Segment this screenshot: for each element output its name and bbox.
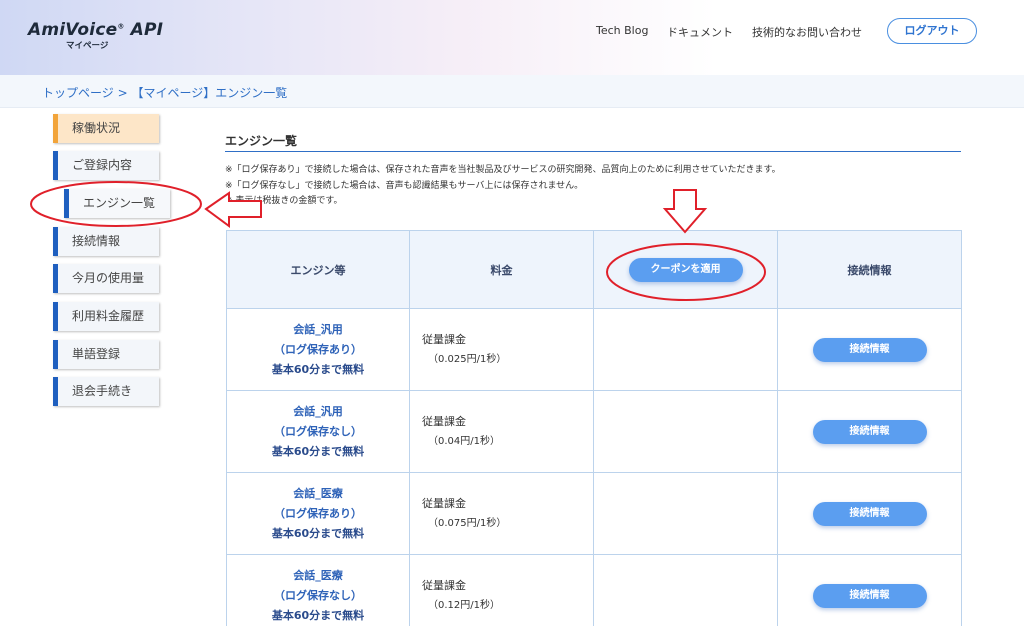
nav-technical-inquiry[interactable]: 技術的なお問い合わせ — [752, 24, 862, 40]
header-coupon: クーポンを適用 — [593, 230, 778, 309]
engine-name: 会話_汎用 — [293, 322, 343, 336]
table-row: 会話_汎用 （ログ保存なし） 基本60分まで無料 従量課金 （0.04円/1秒）… — [226, 390, 962, 473]
header: AmiVoice® API マイページ Tech Blog ドキュメント 技術的… — [0, 0, 1024, 75]
sidebar-item-monthly-usage[interactable]: 今月の使用量 — [53, 264, 159, 293]
engine-log-option: （ログ保存あり） — [274, 342, 362, 356]
connection-info-button[interactable]: 接続情報 — [812, 420, 927, 444]
logo-subtitle: マイページ — [66, 41, 109, 51]
note-tax: ※ 表示は税抜きの金額です。 — [225, 196, 343, 206]
connection-cell: 接続情報 — [777, 390, 962, 473]
price-cell: 従量課金 （0.025円/1秒） — [409, 308, 594, 391]
sidebar-item-billing-history[interactable]: 利用料金履歴 — [53, 302, 159, 331]
engine-name: 会話_医療 — [293, 568, 343, 582]
price-rate: （0.12円/1秒） — [428, 599, 500, 611]
amivoice-logo[interactable]: AmiVoice® API マイページ — [28, 20, 168, 60]
logo-text: AmiVoice® API — [28, 20, 164, 40]
sidebar-item-engine-list[interactable]: エンジン一覧 — [64, 189, 170, 218]
page-title: エンジン一覧 — [225, 134, 298, 148]
table-row: 会話_医療 （ログ保存なし） 基本60分まで無料 従量課金 （0.12円/1秒）… — [226, 554, 962, 626]
engine-cell: 会話_汎用 （ログ保存なし） 基本60分まで無料 — [226, 390, 410, 473]
engine-free-tier: 基本60分まで無料 — [271, 444, 365, 458]
nav-tech-blog[interactable]: Tech Blog — [596, 24, 648, 37]
engine-free-tier: 基本60分まで無料 — [271, 608, 365, 622]
nav-documents[interactable]: ドキュメント — [667, 24, 733, 40]
price-type: 従量課金 — [422, 496, 466, 510]
connection-cell: 接続情報 — [777, 472, 962, 555]
connection-info-button[interactable]: 接続情報 — [812, 584, 927, 608]
sidebar-item-status[interactable]: 稼働状況 — [53, 114, 159, 143]
engine-cell: 会話_医療 （ログ保存あり） 基本60分まで無料 — [226, 472, 410, 555]
down-arrow-icon — [662, 189, 708, 234]
price-rate: （0.04円/1秒） — [428, 435, 500, 447]
logout-button[interactable]: ログアウト — [887, 18, 977, 44]
connection-info-button[interactable]: 接続情報 — [812, 338, 927, 362]
header-engine: エンジン等 — [226, 230, 410, 309]
price-rate: （0.025円/1秒） — [428, 353, 507, 365]
price-type: 従量課金 — [422, 332, 466, 346]
engine-log-option: （ログ保存なし） — [274, 424, 362, 438]
engine-table: エンジン等 料金 クーポンを適用 接続情報 会話_汎用 （ログ保存あり） 基本6… — [226, 230, 962, 626]
coupon-cell — [593, 308, 778, 391]
engine-name: 会話_汎用 — [293, 404, 343, 418]
coupon-cell — [593, 390, 778, 473]
coupon-cell — [593, 472, 778, 555]
title-divider — [225, 151, 961, 152]
price-cell: 従量課金 （0.04円/1秒） — [409, 390, 594, 473]
engine-free-tier: 基本60分まで無料 — [271, 362, 365, 376]
connection-cell: 接続情報 — [777, 308, 962, 391]
price-cell: 従量課金 （0.075円/1秒） — [409, 472, 594, 555]
breadcrumb-bar: トップページ > 【マイページ】エンジン一覧 — [0, 75, 1024, 108]
engine-log-option: （ログ保存あり） — [274, 506, 362, 520]
sidebar-item-word-registration[interactable]: 単語登録 — [53, 340, 159, 369]
engine-name: 会話_医療 — [293, 486, 343, 500]
apply-coupon-button[interactable]: クーポンを適用 — [628, 257, 743, 282]
note-log-not-saved: ※「ログ保存なし」で接続した場合は、音声も認識結果もサーバ上には保存されません。 — [225, 181, 584, 191]
sidebar-item-unsubscribe[interactable]: 退会手続き — [53, 377, 159, 406]
coupon-cell — [593, 554, 778, 626]
price-cell: 従量課金 （0.12円/1秒） — [409, 554, 594, 626]
engine-free-tier: 基本60分まで無料 — [271, 526, 365, 540]
engine-log-option: （ログ保存なし） — [274, 588, 362, 602]
note-log-saved: ※「ログ保存あり」で接続した場合は、保存された音声を当社製品及びサービスの研究開… — [225, 165, 781, 175]
table-row: 会話_汎用 （ログ保存あり） 基本60分まで無料 従量課金 （0.025円/1秒… — [226, 308, 962, 391]
header-price: 料金 — [409, 230, 594, 309]
price-type: 従量課金 — [422, 578, 466, 592]
connection-info-button[interactable]: 接続情報 — [812, 502, 927, 526]
header-connection: 接続情報 — [777, 230, 962, 309]
price-rate: （0.075円/1秒） — [428, 517, 507, 529]
connection-cell: 接続情報 — [777, 554, 962, 626]
sidebar-item-connection-info[interactable]: 接続情報 — [53, 227, 159, 256]
table-header-row: エンジン等 料金 クーポンを適用 接続情報 — [226, 230, 962, 309]
price-type: 従量課金 — [422, 414, 466, 428]
breadcrumb[interactable]: トップページ > 【マイページ】エンジン一覧 — [42, 84, 287, 101]
engine-cell: 会話_汎用 （ログ保存あり） 基本60分まで無料 — [226, 308, 410, 391]
sidebar-item-registration[interactable]: ご登録内容 — [53, 151, 159, 180]
table-row: 会話_医療 （ログ保存あり） 基本60分まで無料 従量課金 （0.075円/1秒… — [226, 472, 962, 555]
engine-cell: 会話_医療 （ログ保存なし） 基本60分まで無料 — [226, 554, 410, 626]
